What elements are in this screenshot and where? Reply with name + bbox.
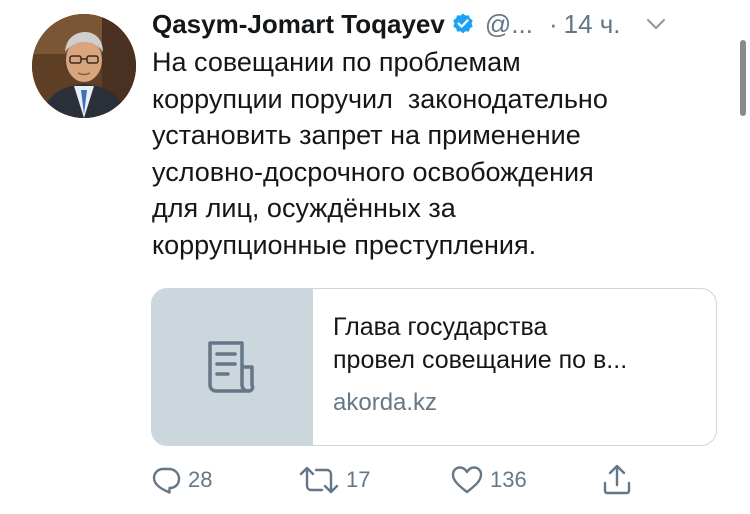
link-preview-card[interactable]: Глава государства провел совещание по в.… xyxy=(151,288,717,446)
document-icon xyxy=(208,341,255,393)
tweet[interactable]: Qasym-Jomart Toqayev @... · 14 ч. На сов… xyxy=(0,0,750,514)
reply-button[interactable]: 28 xyxy=(150,462,212,498)
author-name[interactable]: Qasym-Jomart Toqayev xyxy=(152,9,445,40)
reply-icon xyxy=(152,467,181,494)
tweet-text-line: На совещании по проблемам xyxy=(152,47,521,77)
avatar-photo xyxy=(32,14,136,118)
share-icon xyxy=(603,464,631,495)
author-handle[interactable]: @... xyxy=(485,9,533,40)
scrollbar[interactable] xyxy=(740,40,746,116)
card-body: Глава государства провел совещание по в.… xyxy=(333,311,703,417)
retweet-count: 17 xyxy=(346,467,371,492)
tweet-text-line: условно-досрочного освобождения xyxy=(152,156,594,187)
card-title-line: Глава государства xyxy=(333,313,548,341)
tweet-actions: 28 17 136 xyxy=(150,462,650,498)
tweet-text-line: для лиц, осуждённых за xyxy=(152,193,456,223)
header-separator: · xyxy=(548,8,558,39)
tweet-text-line: установить запрет на применение xyxy=(152,120,581,150)
tweet-text: На совещании по проблемам коррупции пору… xyxy=(152,44,712,263)
tweet-timestamp[interactable]: 14 ч. xyxy=(564,9,621,40)
retweet-button[interactable]: 17 xyxy=(298,462,370,498)
verified-badge-icon xyxy=(451,12,475,36)
chevron-down-icon[interactable] xyxy=(645,13,667,35)
reply-count: 28 xyxy=(188,467,213,492)
card-domain: akorda.kz xyxy=(333,389,438,416)
tweet-text-line: коррупционные преступления. xyxy=(152,229,537,260)
tweet-text-line: коррупции поручил законодательно xyxy=(152,83,608,114)
retweet-icon xyxy=(299,466,339,494)
like-button[interactable]: 136 xyxy=(450,462,527,498)
card-title-line: провел совещание по в... xyxy=(333,346,628,374)
avatar[interactable] xyxy=(32,14,136,118)
share-button[interactable] xyxy=(600,462,634,498)
tweet-header: Qasym-Jomart Toqayev @... · 14 ч. xyxy=(152,6,732,42)
like-count: 136 xyxy=(490,467,527,492)
card-thumbnail xyxy=(152,289,313,445)
heart-icon xyxy=(451,466,483,494)
